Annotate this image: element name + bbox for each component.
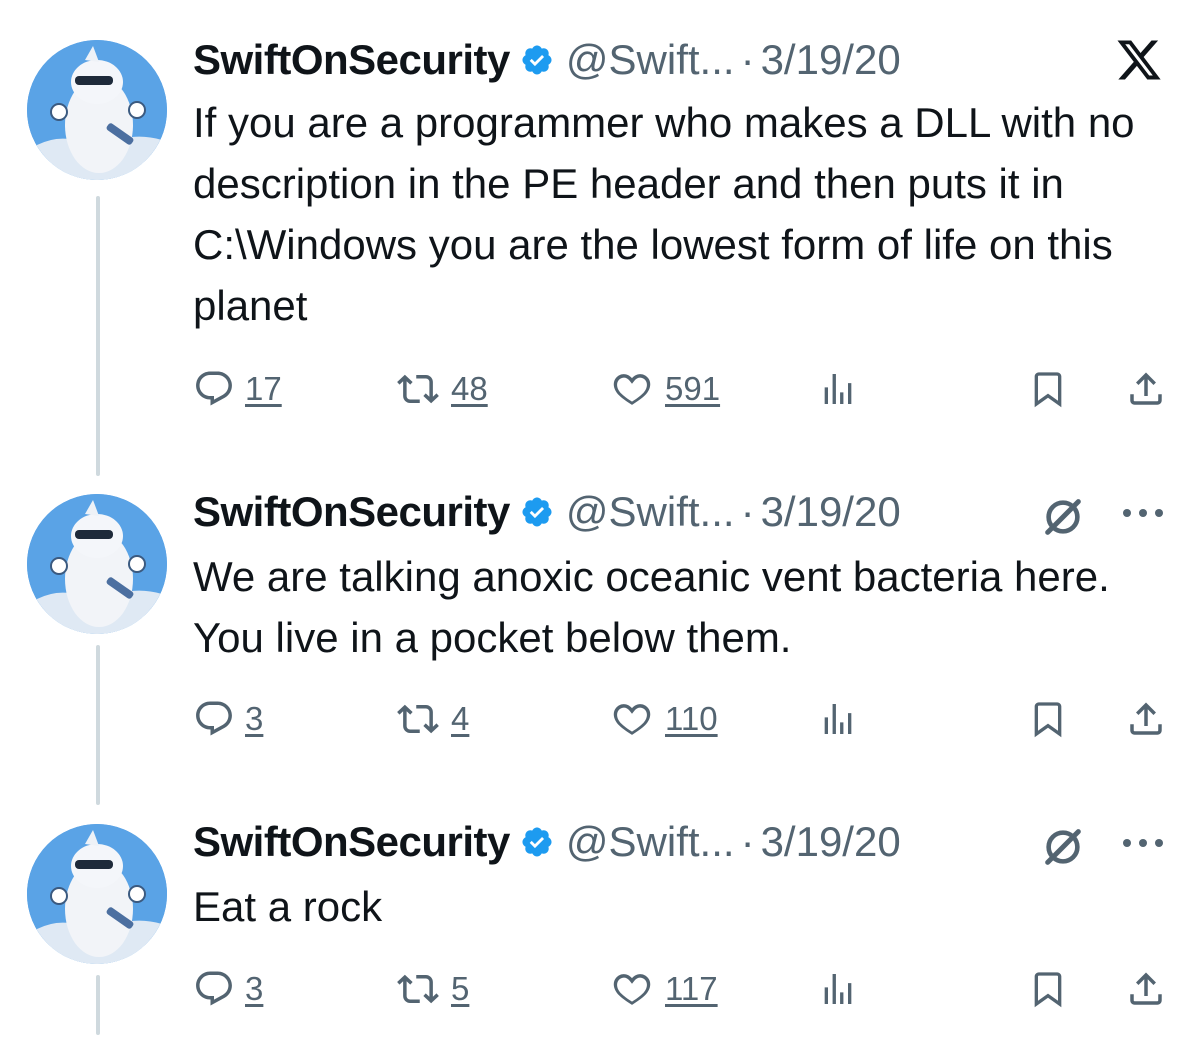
like-count: 117: [665, 970, 718, 1007]
avatar-image: [27, 824, 167, 964]
handle[interactable]: @Swift...: [566, 818, 735, 866]
heart-icon: [613, 704, 651, 735]
like-button[interactable]: 591: [609, 364, 720, 414]
verified-badge-icon: [522, 45, 552, 75]
bookmark-button[interactable]: [1028, 964, 1068, 1014]
grok-icon[interactable]: [1040, 824, 1086, 870]
handle[interactable]: @Swift...: [566, 488, 735, 536]
views-button[interactable]: [818, 964, 858, 1014]
avatar[interactable]: [27, 494, 167, 634]
views-button[interactable]: [818, 694, 858, 744]
retweet-button[interactable]: 4: [395, 694, 469, 744]
bookmark-icon: [1034, 972, 1062, 1008]
avatar-image: [27, 494, 167, 634]
heart-icon: [613, 974, 651, 1005]
retweet-icon: [397, 704, 439, 734]
views-icon: [824, 374, 852, 404]
share-button[interactable]: [1125, 694, 1167, 744]
tweet-header: SwiftOnSecurity @Swift... · 3/19/20: [193, 812, 901, 872]
bookmark-icon: [1034, 702, 1062, 738]
avatar-image: [27, 40, 167, 180]
retweet-icon: [397, 374, 439, 404]
like-count: 110: [665, 700, 718, 737]
reply-button[interactable]: 3: [193, 694, 263, 744]
reply-button[interactable]: 3: [193, 964, 263, 1014]
tweet-date[interactable]: 3/19/20: [761, 36, 901, 84]
reply-button[interactable]: 17: [193, 364, 282, 414]
avatar[interactable]: [27, 40, 167, 180]
grok-icon[interactable]: [1040, 494, 1086, 540]
bookmark-button[interactable]: [1028, 364, 1068, 414]
tweet-actions: 3 5 117: [193, 964, 1178, 1014]
tweet[interactable]: SwiftOnSecurity @Swift... · 3/19/20 If y…: [0, 28, 1200, 428]
reply-icon: [196, 371, 232, 406]
handle[interactable]: @Swift...: [566, 36, 735, 84]
tweet-text: Eat a rock: [193, 883, 383, 930]
reply-count: 17: [245, 370, 282, 407]
reply-count: 3: [245, 700, 264, 737]
display-name[interactable]: SwiftOnSecurity: [193, 36, 510, 84]
share-button[interactable]: [1125, 364, 1167, 414]
tweet[interactable]: SwiftOnSecurity @Swift... · 3/19/20 Eat …: [0, 812, 1200, 1037]
display-name[interactable]: SwiftOnSecurity: [193, 488, 510, 536]
avatar[interactable]: [27, 824, 167, 964]
share-icon: [1130, 972, 1162, 1005]
bookmark-icon: [1034, 372, 1062, 408]
retweet-button[interactable]: 5: [395, 964, 469, 1014]
display-name[interactable]: SwiftOnSecurity: [193, 818, 510, 866]
views-button[interactable]: [818, 364, 858, 414]
retweet-count: 48: [451, 370, 488, 407]
tweet-date[interactable]: 3/19/20: [761, 488, 901, 536]
verified-badge-icon: [522, 827, 552, 857]
more-icon[interactable]: [1120, 836, 1166, 850]
separator-dot: ·: [740, 488, 755, 535]
reply-icon: [196, 701, 232, 736]
tweet-actions: 3 4 110: [193, 694, 1178, 744]
separator-dot: ·: [740, 818, 755, 865]
tweet-text: We are talking anoxic oceanic vent bacte…: [193, 553, 1121, 661]
views-icon: [824, 704, 852, 734]
retweet-count: 4: [451, 700, 470, 737]
tweet-header: SwiftOnSecurity @Swift... · 3/19/20: [193, 30, 901, 90]
views-icon: [824, 974, 852, 1004]
like-button[interactable]: 117: [609, 964, 718, 1014]
bookmark-button[interactable]: [1028, 694, 1068, 744]
separator-dot: ·: [740, 36, 755, 83]
x-logo-icon[interactable]: [1110, 36, 1168, 84]
retweet-count: 5: [451, 970, 470, 1007]
like-count: 591: [665, 370, 721, 407]
tweet-actions: 17 48 591: [193, 364, 1178, 414]
tweet[interactable]: SwiftOnSecurity @Swift... · 3/19/20 We a…: [0, 482, 1200, 752]
share-button[interactable]: [1125, 964, 1167, 1014]
retweet-button[interactable]: 48: [395, 364, 488, 414]
reply-count: 3: [245, 970, 264, 1007]
tweet-header: SwiftOnSecurity @Swift... · 3/19/20: [193, 482, 901, 542]
more-icon[interactable]: [1120, 506, 1166, 520]
reply-icon: [196, 971, 232, 1006]
share-icon: [1130, 702, 1162, 735]
heart-icon: [613, 374, 651, 405]
tweet-date[interactable]: 3/19/20: [761, 818, 901, 866]
verified-badge-icon: [522, 497, 552, 527]
share-icon: [1130, 372, 1162, 405]
like-button[interactable]: 110: [609, 694, 718, 744]
retweet-icon: [397, 974, 439, 1004]
tweet-text: If you are a programmer who makes a DLL …: [193, 99, 1147, 329]
